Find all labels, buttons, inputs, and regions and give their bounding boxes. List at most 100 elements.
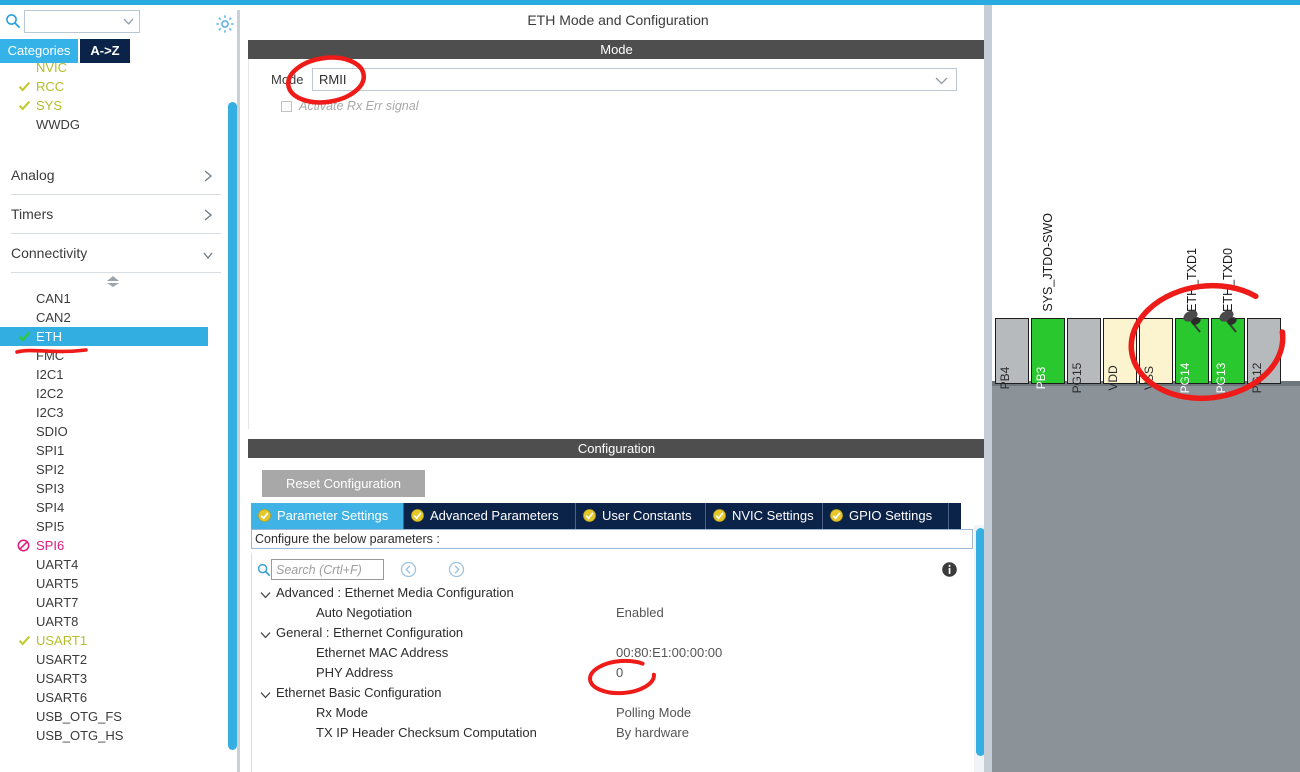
parameter-search-input[interactable]	[271, 559, 384, 580]
sidebar-category-connectivity[interactable]: Connectivity	[11, 234, 221, 273]
chip-pin-pb3[interactable]: PB3	[1031, 318, 1065, 389]
chip-pin-vdd[interactable]: VDD	[1103, 318, 1137, 391]
sidebar-item-usart1[interactable]: USART1	[0, 631, 240, 650]
chip-pin-label: PG13	[1214, 362, 1228, 394]
config-tab-parameter-settings[interactable]: Parameter Settings	[251, 503, 404, 529]
parameter-value[interactable]: Polling Mode	[616, 705, 691, 720]
chevron-right-icon	[204, 209, 213, 221]
sidebar-item-spi4[interactable]: SPI4	[0, 498, 240, 517]
gear-icon[interactable]	[214, 13, 236, 35]
sidebar-item-spi6[interactable]: SPI6	[0, 536, 240, 555]
mode-dropdown-value: RMII	[319, 72, 347, 87]
parameter-value[interactable]: 00:80:E1:00:00:00	[616, 645, 722, 660]
parameter-row[interactable]: Ethernet MAC Address 00:80:E1:00:00:00	[252, 645, 974, 665]
config-tab-nvic-settings[interactable]: NVIC Settings	[706, 503, 823, 529]
sidebar-search-combo[interactable]	[24, 10, 140, 33]
reset-configuration-button[interactable]: Reset Configuration	[262, 470, 425, 497]
config-tab-label: Parameter Settings	[277, 508, 389, 523]
parameter-group-row[interactable]: Ethernet Basic Configuration	[252, 685, 974, 705]
info-icon[interactable]	[941, 561, 958, 578]
sidebar-item-label: FMC	[36, 348, 65, 363]
chip-pin-pg15[interactable]: PG15	[1067, 318, 1101, 393]
sidebar-item-label: UART4	[36, 557, 79, 572]
sidebar-item-uart7[interactable]: UART7	[0, 593, 240, 612]
parameter-group-row[interactable]: Advanced : Ethernet Media Configuration	[252, 585, 974, 605]
sidebar-item-spi2[interactable]: SPI2	[0, 460, 240, 479]
chevron-down-icon	[935, 77, 948, 85]
sidebar-item-usart2[interactable]: USART2	[0, 650, 240, 669]
pushpin-icon[interactable]	[1181, 308, 1207, 338]
parameter-row[interactable]: TX IP Header Checksum Computation By hard…	[252, 725, 974, 745]
parameter-row[interactable]: Rx Mode Polling Mode	[252, 705, 974, 725]
search-next-icon[interactable]	[448, 561, 465, 578]
sidebar-item-uart8[interactable]: UART8	[0, 612, 240, 631]
chip-pin-vss[interactable]: VSS	[1139, 318, 1173, 390]
config-tab-user-constants[interactable]: User Constants	[576, 503, 706, 529]
tab-a-to-z[interactable]: A->Z	[80, 39, 130, 63]
chip-pin-pg12[interactable]: PG12	[1247, 318, 1281, 393]
sidebar-item-eth[interactable]: ETH	[0, 327, 208, 346]
sidebar-item-spi3[interactable]: SPI3	[0, 479, 240, 498]
sidebar-item-nvic[interactable]: NVIC	[0, 63, 240, 77]
panel-splitter[interactable]	[984, 5, 992, 772]
sidebar-category-label: Analog	[11, 167, 55, 183]
config-tab-label: User Constants	[602, 508, 692, 523]
activate-rx-err-checkbox[interactable]	[281, 101, 292, 112]
activate-rx-err-label: Activate Rx Err signal	[299, 99, 419, 113]
sidebar-item-spi1[interactable]: SPI1	[0, 441, 240, 460]
page-title: ETH Mode and Configuration	[248, 5, 988, 35]
parameter-group-row[interactable]: General : Ethernet Configuration	[252, 625, 974, 645]
sidebar-item-sys[interactable]: SYS	[0, 96, 240, 115]
sidebar-item-i2c1[interactable]: I2C1	[0, 365, 240, 384]
config-tab-gpio-settings[interactable]: GPIO Settings	[823, 503, 949, 529]
sidebar-item-usb_otg_hs[interactable]: USB_OTG_HS	[0, 726, 240, 745]
parameter-search-row	[252, 559, 957, 581]
sidebar-item-label: UART7	[36, 595, 79, 610]
sidebar-item-uart5[interactable]: UART5	[0, 574, 240, 593]
parameter-name: Ethernet MAC Address	[316, 645, 449, 660]
chevron-down-icon	[260, 692, 271, 699]
check-icon	[18, 331, 31, 342]
sidebar-item-wwdg[interactable]: WWDG	[0, 115, 240, 134]
scroll-up-control[interactable]	[0, 273, 240, 289]
search-previous-icon[interactable]	[400, 561, 417, 578]
tab-categories[interactable]: Categories	[0, 39, 78, 63]
sidebar-item-can2[interactable]: CAN2	[0, 308, 240, 327]
sidebar-category-timers[interactable]: Timers	[11, 195, 221, 234]
sidebar-item-usart6[interactable]: USART6	[0, 688, 240, 707]
sidebar-scrollbar-thumb[interactable]	[228, 102, 237, 750]
sidebar-item-can1[interactable]: CAN1	[0, 289, 240, 308]
sidebar-item-usart3[interactable]: USART3	[0, 669, 240, 688]
sidebar-item-sdio[interactable]: SDIO	[0, 422, 240, 441]
mode-dropdown[interactable]: RMII	[312, 68, 957, 91]
sidebar-item-i2c2[interactable]: I2C2	[0, 384, 240, 403]
sidebar-category-analog[interactable]: Analog	[11, 156, 221, 195]
parameter-value[interactable]: By hardware	[616, 725, 689, 740]
sidebar-item-label: SDIO	[36, 424, 68, 439]
pushpin-icon[interactable]	[1217, 308, 1243, 338]
check-icon	[18, 100, 31, 111]
config-tab-advanced-parameters[interactable]: Advanced Parameters	[404, 503, 576, 529]
search-icon	[6, 14, 21, 29]
sidebar-item-label: I2C3	[36, 405, 64, 420]
sidebar-item-usb_otg_fs[interactable]: USB_OTG_FS	[0, 707, 240, 726]
configuration-section-body: Reset Configuration Parameter Settings Ad…	[248, 458, 988, 772]
chip-pin-pb4[interactable]: PB4	[995, 318, 1029, 389]
sidebar-item-label: UART5	[36, 576, 79, 591]
sidebar-item-rcc[interactable]: RCC	[0, 77, 240, 96]
chip-pin-label: PG14	[1178, 362, 1192, 394]
parameter-value[interactable]: Enabled	[616, 605, 664, 620]
sidebar-item-spi5[interactable]: SPI5	[0, 517, 240, 536]
sidebar-item-label: CAN1	[36, 291, 71, 306]
parameter-value[interactable]: 0	[616, 665, 623, 680]
sidebar-view-tabs: Categories A->Z	[0, 39, 240, 63]
sidebar-category-label: Connectivity	[11, 245, 88, 261]
parameter-row[interactable]: Auto Negotiation Enabled	[252, 605, 974, 625]
parameter-row[interactable]: PHY Address 0	[252, 665, 974, 685]
scroll-up-icon	[107, 276, 119, 287]
chip-pin-label: PG12	[1250, 362, 1264, 394]
sidebar-item-uart4[interactable]: UART4	[0, 555, 240, 574]
check-icon	[18, 635, 31, 646]
sidebar-item-i2c3[interactable]: I2C3	[0, 403, 240, 422]
sidebar-item-fmc[interactable]: FMC	[0, 346, 240, 365]
